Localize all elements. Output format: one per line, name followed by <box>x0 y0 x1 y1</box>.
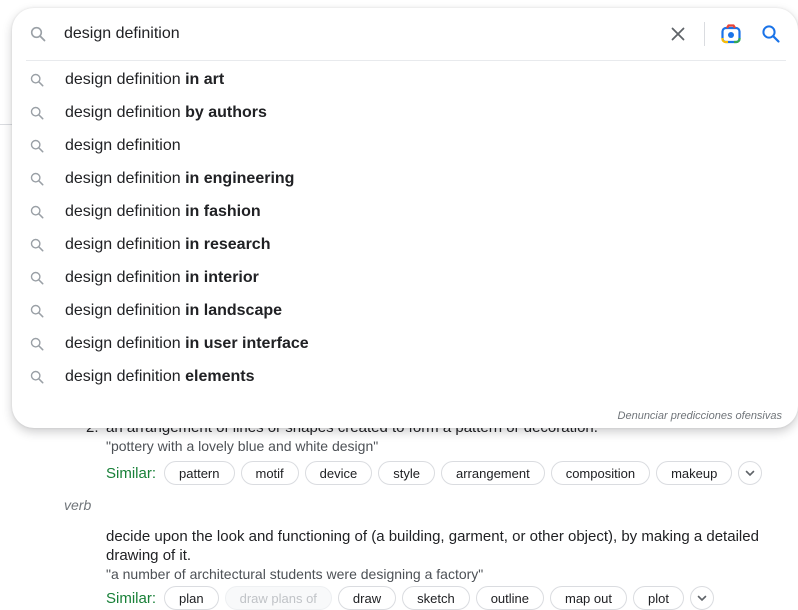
similar-chip[interactable]: style <box>378 461 435 485</box>
verb-definition: decide upon the look and functioning of … <box>106 528 759 564</box>
suggestion-item[interactable]: design definition in interior <box>12 261 798 294</box>
divider <box>26 60 786 61</box>
search-icon <box>30 26 46 47</box>
suggestion-text: design definition in landscape <box>65 301 283 319</box>
camera-lens-icon <box>721 24 741 44</box>
similar-row-noun: Similar: pattern motif device style arra… <box>106 461 763 485</box>
clear-search-button[interactable] <box>666 22 690 46</box>
search-icon <box>30 304 44 323</box>
search-suggestions-dropdown: design definition in art design definiti… <box>12 8 798 428</box>
similar-chip[interactable]: composition <box>550 461 651 485</box>
similar-chip[interactable]: arrangement <box>440 461 545 485</box>
suggestion-text: design definition <box>65 136 181 154</box>
search-bar <box>12 8 798 60</box>
similar-chip[interactable]: makeup <box>656 461 733 485</box>
similar-chip[interactable]: map out <box>550 586 627 610</box>
similar-chip[interactable]: motif <box>240 461 299 485</box>
suggestion-item[interactable]: design definition in landscape <box>12 294 798 327</box>
suggestion-item[interactable]: design definition in research <box>12 228 798 261</box>
suggestion-item[interactable]: design definition in art <box>12 63 798 96</box>
suggestions-list: design definition in art design definiti… <box>12 63 798 393</box>
similar-chip[interactable]: pattern <box>164 461 235 485</box>
search-button[interactable] <box>758 21 784 47</box>
chevron-down-icon <box>746 470 755 477</box>
expand-similar-button[interactable] <box>689 586 714 610</box>
suggestion-text: design definition in engineering <box>65 169 295 187</box>
suggestion-text: design definition in research <box>65 235 271 253</box>
similar-chip[interactable]: draw <box>337 586 397 610</box>
suggestion-item[interactable]: design definition elements <box>12 360 798 393</box>
expand-similar-button[interactable] <box>738 461 763 485</box>
suggestion-text: design definition in fashion <box>65 202 261 220</box>
similar-chip[interactable]: plan <box>164 586 219 610</box>
suggestion-item[interactable]: design definition in engineering <box>12 162 798 195</box>
similar-label: Similar: <box>106 589 157 607</box>
similar-chip: draw plans of <box>224 586 332 610</box>
suggestion-text: design definition in interior <box>65 268 259 286</box>
search-icon <box>30 172 44 191</box>
divider <box>704 22 705 46</box>
suggestion-text: design definition elements <box>65 367 255 385</box>
similar-chip[interactable]: plot <box>632 586 684 610</box>
google-lens-button[interactable] <box>718 21 744 47</box>
search-icon <box>30 205 44 224</box>
verb-example: "a number of architectural students were… <box>106 566 484 582</box>
close-icon <box>671 27 685 41</box>
search-icon <box>30 370 44 389</box>
suggestion-item[interactable]: design definition by authors <box>12 96 798 129</box>
suggestion-text: design definition in user interface <box>65 334 309 352</box>
search-icon <box>762 25 780 43</box>
sense-example: "pottery with a lovely blue and white de… <box>106 438 379 454</box>
similar-label: Similar: <box>106 464 157 482</box>
suggestion-item[interactable]: design definition <box>12 129 798 162</box>
suggestion-item[interactable]: design definition in user interface <box>12 327 798 360</box>
suggestion-text: design definition by authors <box>65 103 267 121</box>
chevron-down-icon <box>697 595 707 602</box>
similar-row-verb: Similar: plan draw plans of draw sketch … <box>106 586 714 610</box>
search-input[interactable] <box>64 20 624 48</box>
search-icon <box>30 337 44 356</box>
part-of-speech: verb <box>64 497 92 513</box>
search-icon <box>30 106 44 125</box>
similar-chip[interactable]: sketch <box>402 586 470 610</box>
search-icon <box>30 73 44 92</box>
search-icon <box>30 238 44 257</box>
report-predictions-link[interactable]: Denunciar predicciones ofensivas <box>618 410 782 422</box>
similar-chip[interactable]: outline <box>475 586 544 610</box>
similar-chip[interactable]: device <box>304 461 373 485</box>
search-icon <box>30 139 44 158</box>
suggestion-item[interactable]: design definition in fashion <box>12 195 798 228</box>
suggestion-text: design definition in art <box>65 70 225 88</box>
search-icon <box>30 271 44 290</box>
